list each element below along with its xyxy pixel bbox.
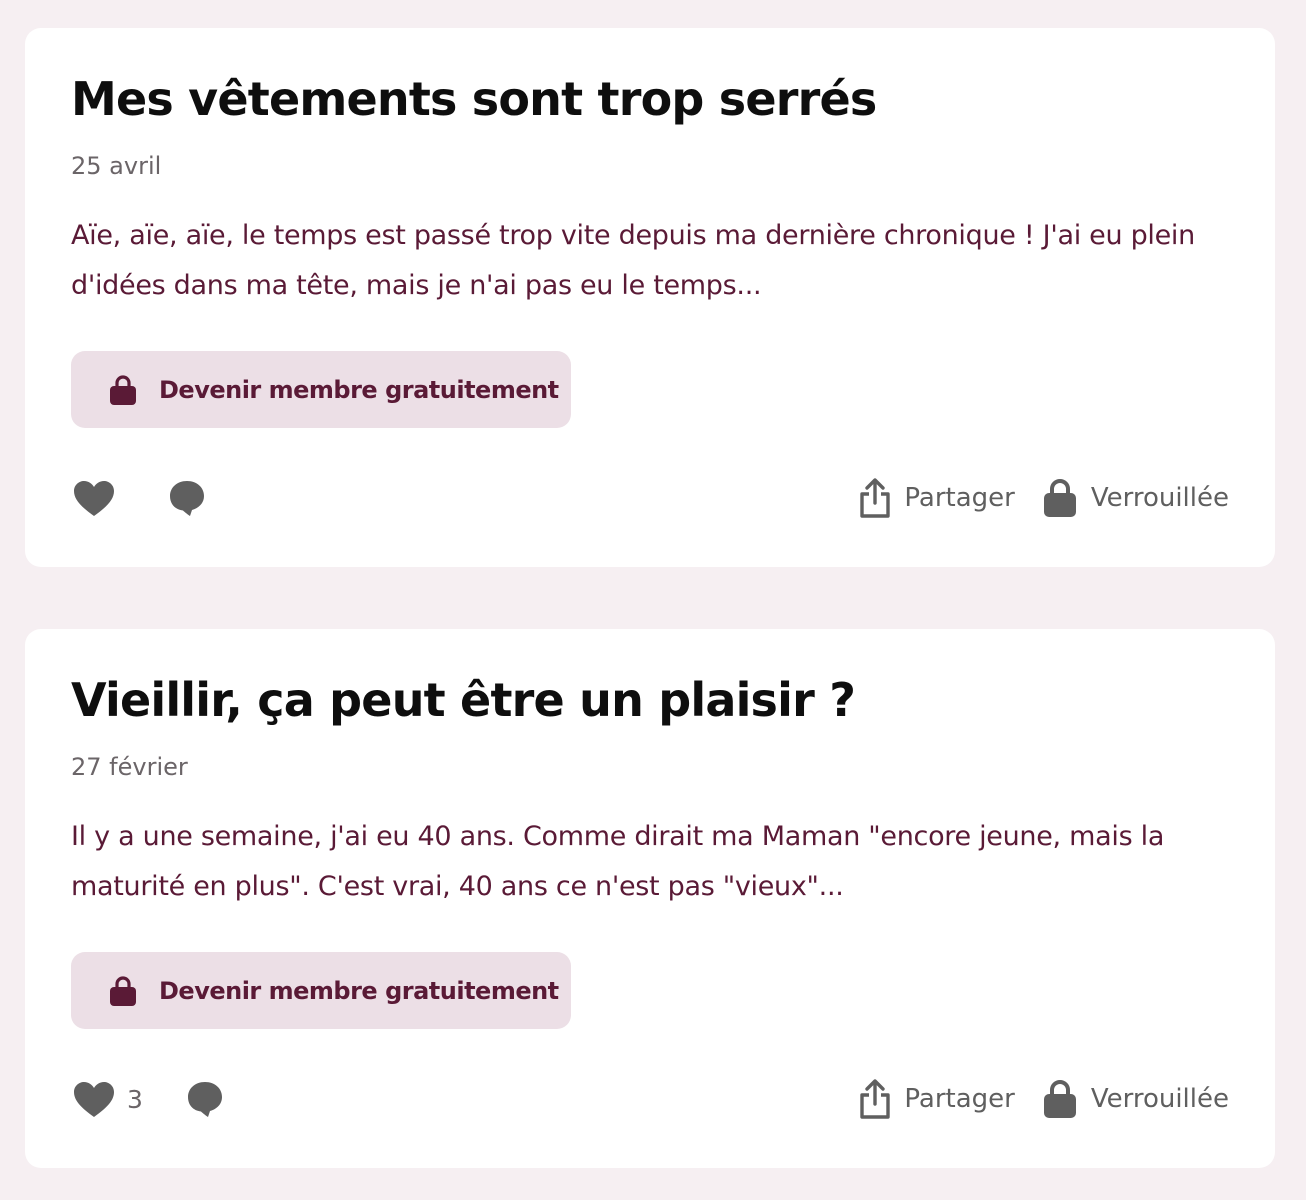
lock-icon bbox=[110, 374, 136, 405]
share-button[interactable]: Partager bbox=[858, 477, 1015, 519]
share-label: Partager bbox=[904, 1084, 1015, 1114]
locked-label: Verrouillée bbox=[1090, 483, 1229, 513]
post-meta-actions: Partager Verrouillée bbox=[858, 1075, 1229, 1123]
locked-label: Verrouillée bbox=[1090, 1084, 1229, 1114]
post-reactions: 3 bbox=[71, 1077, 225, 1121]
locked-status: Verrouillée bbox=[1043, 1079, 1229, 1119]
join-button-label: Devenir membre gratuitement bbox=[159, 976, 559, 1005]
post-excerpt: Aïe, aïe, aïe, le temps est passé trop v… bbox=[71, 220, 1195, 301]
join-button-label: Devenir membre gratuitement bbox=[159, 375, 559, 404]
comment-icon bbox=[170, 481, 204, 516]
join-free-button[interactable]: Devenir membre gratuitement bbox=[71, 952, 571, 1029]
post-excerpt: Il y a une semaine, j'ai eu 40 ans. Comm… bbox=[71, 821, 1165, 902]
like-count: 3 bbox=[127, 1084, 143, 1114]
comment-icon bbox=[187, 1082, 222, 1117]
comment-button[interactable] bbox=[167, 478, 207, 518]
post-date: 27 février bbox=[71, 753, 188, 781]
post-title[interactable]: Mes vêtements sont trop serrés bbox=[71, 72, 877, 126]
heart-icon bbox=[74, 481, 114, 516]
lock-icon bbox=[1043, 1080, 1076, 1118]
post-reactions bbox=[71, 476, 207, 520]
join-free-button[interactable]: Devenir membre gratuitement bbox=[71, 351, 571, 428]
like-button[interactable]: 3 bbox=[71, 1079, 143, 1119]
share-icon bbox=[860, 1079, 891, 1119]
locked-status: Verrouillée bbox=[1043, 478, 1229, 518]
share-icon bbox=[860, 478, 891, 518]
lock-icon bbox=[110, 975, 136, 1006]
post-title[interactable]: Vieillir, ça peut être un plaisir ? bbox=[71, 673, 856, 727]
share-label: Partager bbox=[904, 483, 1015, 513]
post-date: 25 avril bbox=[71, 152, 162, 180]
lock-icon bbox=[1043, 479, 1076, 517]
like-button[interactable] bbox=[71, 478, 127, 518]
post-meta-actions: Partager Verrouillée bbox=[858, 474, 1229, 522]
post-card: Mes vêtements sont trop serrés 25 avril … bbox=[25, 28, 1275, 567]
share-button[interactable]: Partager bbox=[858, 1078, 1015, 1120]
post-card: Vieillir, ça peut être un plaisir ? 27 f… bbox=[25, 629, 1275, 1168]
comment-button[interactable] bbox=[185, 1079, 225, 1119]
heart-icon bbox=[74, 1082, 114, 1117]
